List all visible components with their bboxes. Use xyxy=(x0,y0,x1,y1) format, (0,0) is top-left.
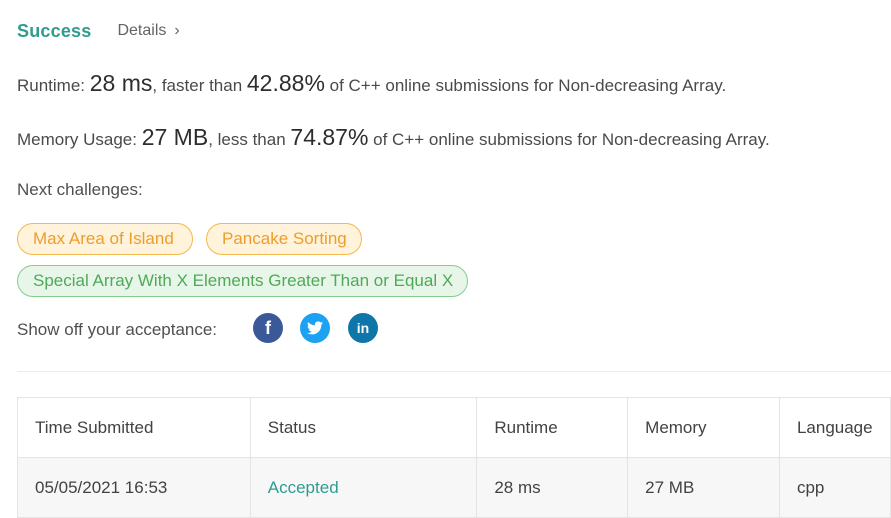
challenge-chip-special-array[interactable]: Special Array With X Elements Greater Th… xyxy=(17,265,468,297)
table-header-row: Time Submitted Status Runtime Memory Lan… xyxy=(17,397,891,458)
column-header-memory[interactable]: Memory xyxy=(627,397,780,458)
memory-label: Memory Usage: xyxy=(17,130,142,149)
runtime-suffix: of C++ online submissions for Non-decrea… xyxy=(324,76,727,95)
twitter-bird-glyph xyxy=(307,321,323,335)
chevron-right-icon: › xyxy=(174,22,180,39)
cell-memory: 27 MB xyxy=(627,457,780,518)
details-label: Details xyxy=(117,22,167,39)
share-label: Show off your acceptance: xyxy=(17,320,218,339)
column-header-time-submitted[interactable]: Time Submitted xyxy=(17,397,251,458)
next-challenges-label: Next challenges: xyxy=(17,180,143,199)
submission-result-page: Success Details › Runtime: 28 ms, faster… xyxy=(0,0,891,518)
memory-value: 27 MB xyxy=(141,124,209,150)
memory-percent: 74.87% xyxy=(290,124,369,150)
linkedin-icon[interactable]: in xyxy=(348,313,378,343)
challenge-chip-max-area-of-island[interactable]: Max Area of Island xyxy=(17,223,193,255)
twitter-icon[interactable] xyxy=(300,313,330,343)
share-row: Show off your acceptance: xyxy=(17,315,217,345)
status-title: Success xyxy=(17,20,92,41)
facebook-icon[interactable]: f xyxy=(253,313,283,343)
cell-time-submitted: 05/05/2021 16:53 xyxy=(17,457,251,518)
cell-language: cpp xyxy=(778,457,891,518)
challenge-chip-pancake-sorting[interactable]: Pancake Sorting xyxy=(206,223,362,255)
runtime-compare-text: , faster than xyxy=(152,76,247,95)
memory-stat: Memory Usage: 27 MB, less than 74.87% of… xyxy=(17,124,770,151)
runtime-percent: 42.88% xyxy=(246,70,325,96)
runtime-stat: Runtime: 28 ms, faster than 42.88% of C+… xyxy=(17,70,726,97)
details-link[interactable]: Details › xyxy=(117,22,179,40)
column-header-status[interactable]: Status xyxy=(249,397,478,458)
cell-runtime: 28 ms xyxy=(476,457,629,518)
result-header: Success Details › xyxy=(17,19,180,43)
column-header-language[interactable]: Language xyxy=(778,397,891,458)
submissions-table: Time Submitted Status Runtime Memory Lan… xyxy=(17,397,891,518)
memory-suffix: of C++ online submissions for Non-decrea… xyxy=(368,130,770,149)
runtime-value: 28 ms xyxy=(89,70,153,96)
cell-status-accepted-link[interactable]: Accepted xyxy=(249,457,478,518)
memory-compare-text: , less than xyxy=(208,130,291,149)
section-divider xyxy=(17,371,891,372)
table-row: 05/05/2021 16:53 Accepted 28 ms 27 MB cp… xyxy=(17,457,891,518)
runtime-label: Runtime: xyxy=(17,76,90,95)
column-header-runtime[interactable]: Runtime xyxy=(476,397,629,458)
